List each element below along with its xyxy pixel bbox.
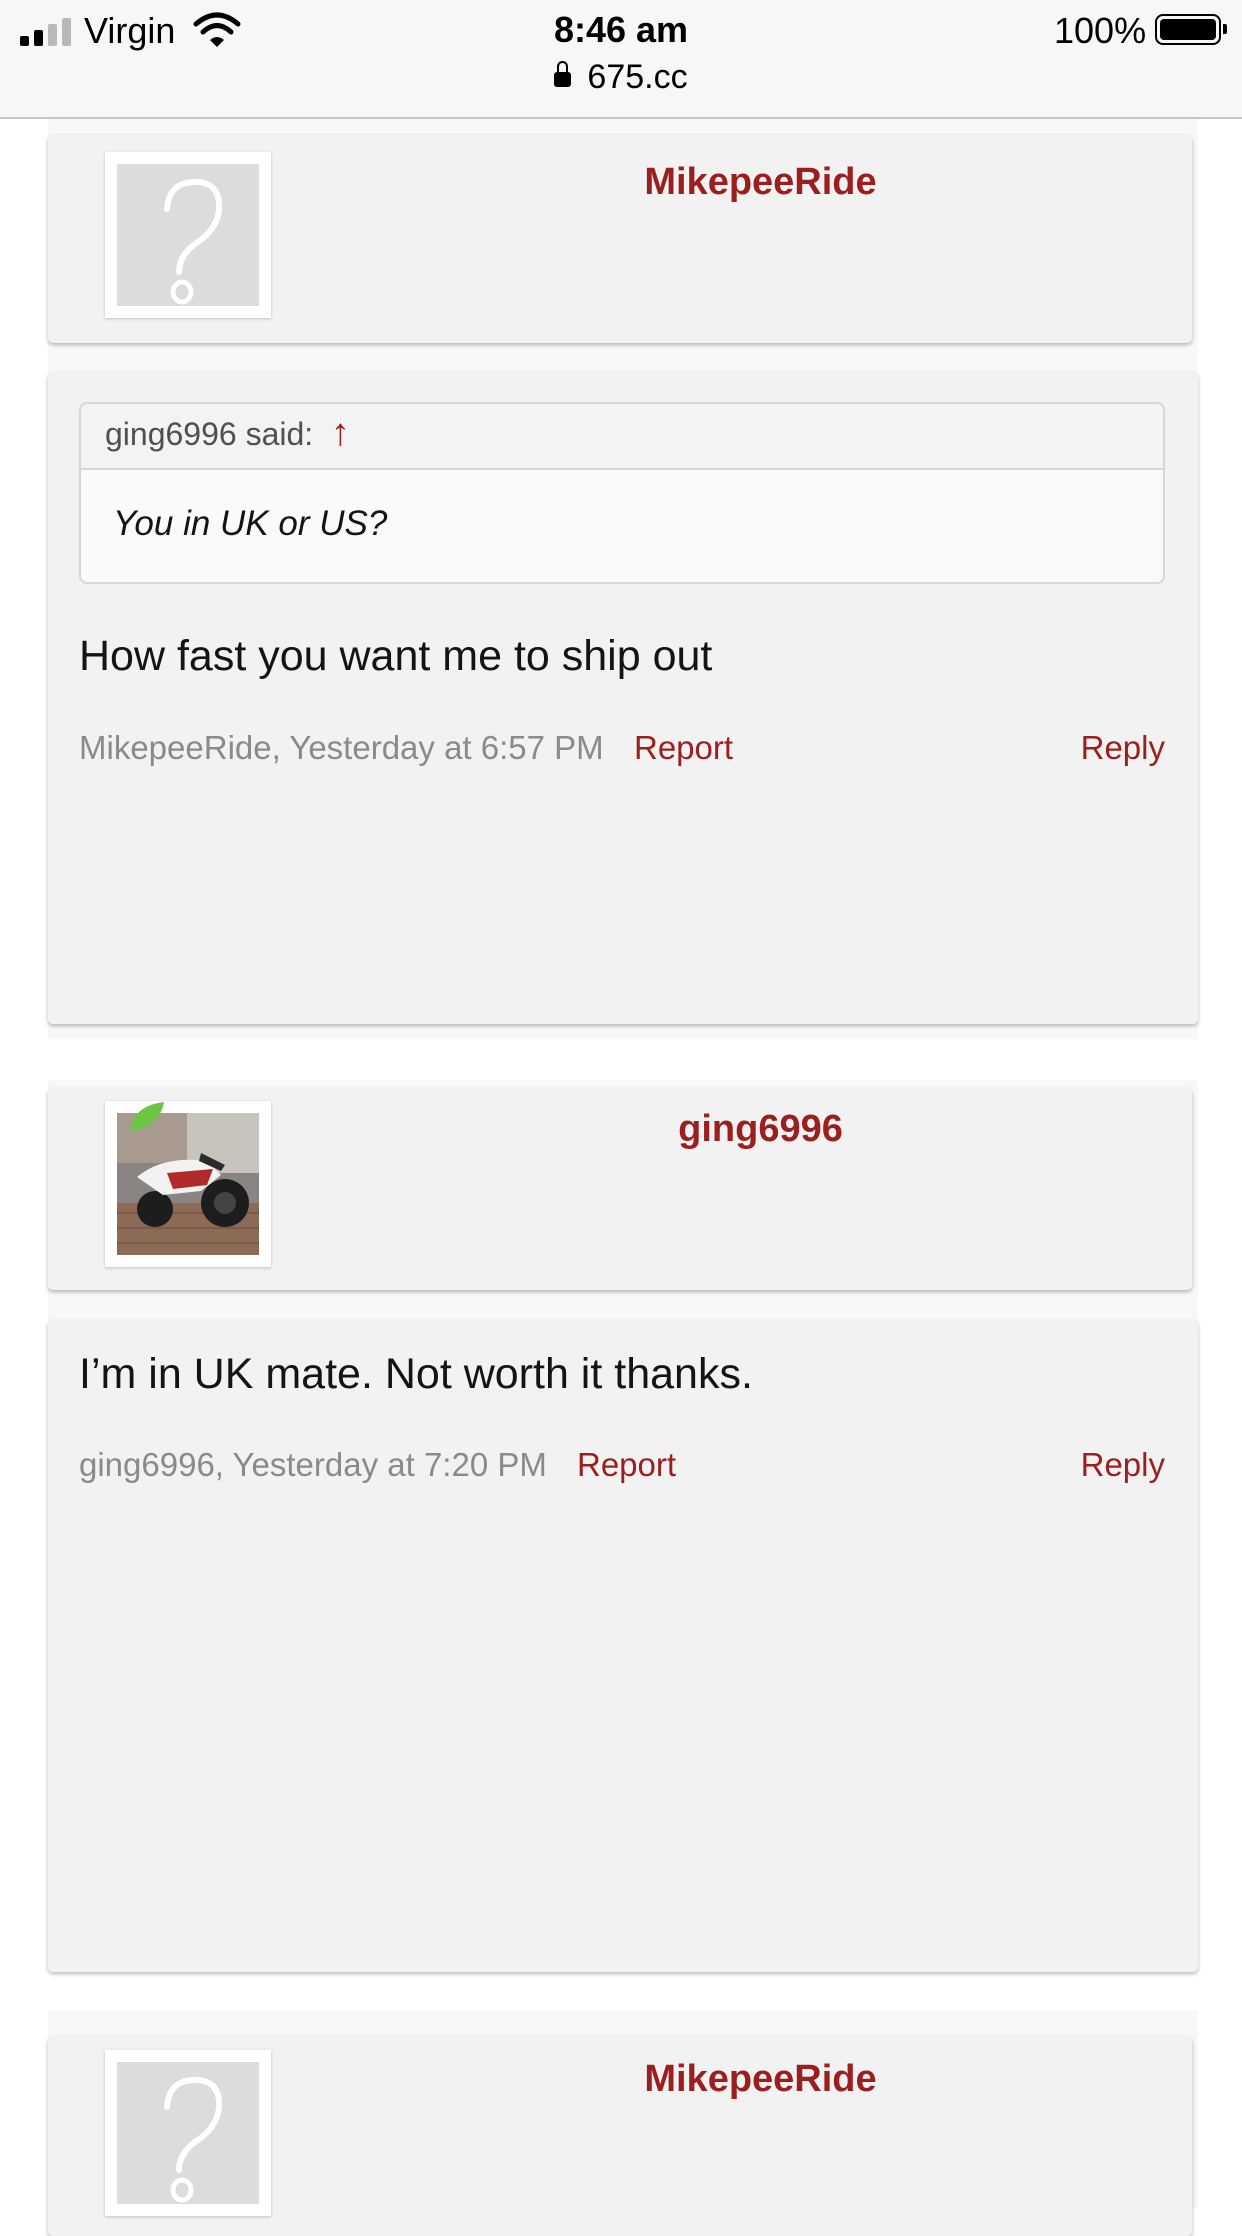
reply-link[interactable]: Reply (1081, 1446, 1165, 1484)
url-bar[interactable]: 675.cc (0, 58, 1242, 97)
user-card: ging6996 (48, 1088, 1192, 1290)
message-card: I’m in UK mate. Not worth it thanks. gin… (48, 1320, 1198, 1972)
message-card: ging6996 said: ↑ You in UK or US? How fa… (48, 372, 1198, 1024)
message-text: How fast you want me to ship out (79, 632, 713, 680)
quote-block: ging6996 said: ↑ You in UK or US? (79, 402, 1165, 584)
user-card: MikepeeRide (48, 135, 1192, 343)
username-link[interactable]: ging6996 (48, 1108, 1242, 1151)
quote-arrow-icon[interactable]: ↑ (331, 412, 350, 455)
username-link[interactable]: MikepeeRide (48, 2058, 1242, 2101)
message-meta[interactable]: ging6996, Yesterday at 7:20 PM (79, 1446, 547, 1484)
status-bar: Virgin 8:46 am 675.cc 100% (0, 0, 1242, 119)
quote-header: ging6996 said: ↑ (81, 404, 1163, 470)
user-card: MikepeeRide (48, 2036, 1192, 2236)
url-text: 675.cc (587, 58, 688, 96)
message-meta[interactable]: MikepeeRide, Yesterday at 6:57 PM (79, 729, 604, 767)
lock-icon (554, 61, 572, 87)
message-text: I’m in UK mate. Not worth it thanks. (79, 1350, 753, 1398)
quote-text: You in UK or US? (113, 504, 388, 543)
battery-icon (1155, 14, 1227, 45)
username-link[interactable]: MikepeeRide (48, 161, 1242, 204)
report-link[interactable]: Report (634, 729, 733, 767)
battery-percent: 100% (1054, 10, 1147, 51)
report-link[interactable]: Report (577, 1446, 676, 1484)
quote-attribution: ging6996 said: (105, 416, 314, 452)
reply-link[interactable]: Reply (1081, 729, 1165, 767)
